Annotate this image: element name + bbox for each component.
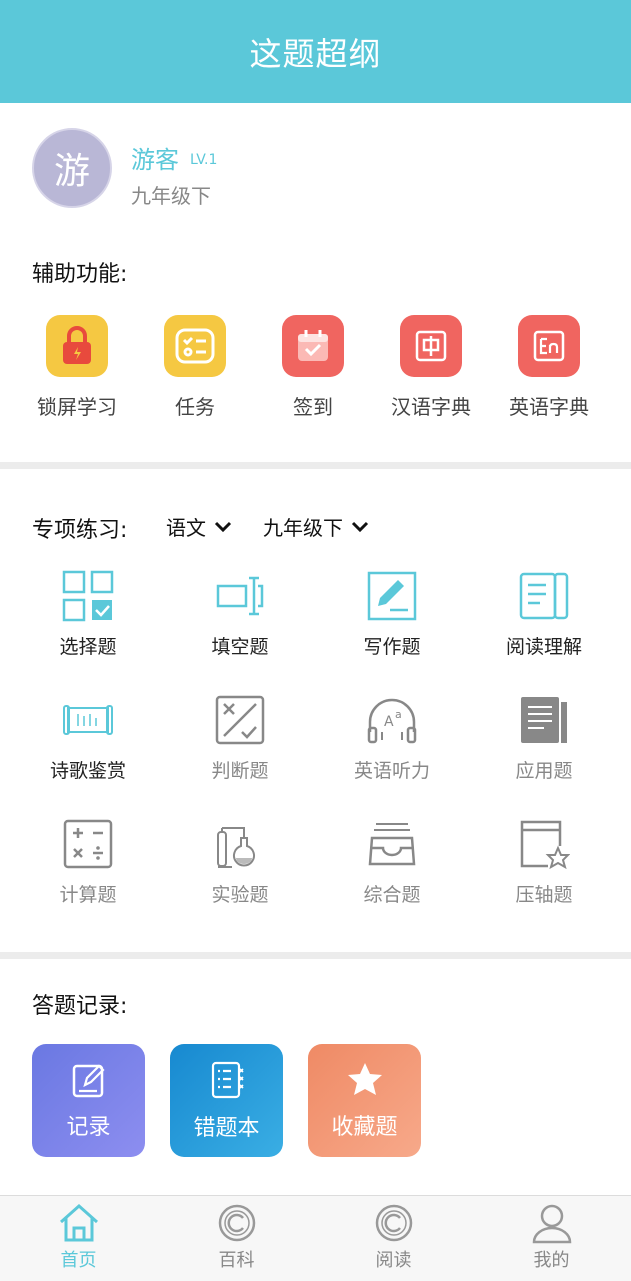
practice-item-label: 英语听力: [353, 760, 430, 782]
judge-icon: [215, 695, 265, 745]
practice-item-final[interactable]: 压轴题: [468, 818, 620, 907]
practice-item-judge[interactable]: 判断题: [164, 694, 316, 783]
practice-item-fill-blank[interactable]: 填空题: [164, 570, 316, 659]
records-section-title: 答题记录:: [32, 994, 128, 1019]
practice-item-experiment[interactable]: 实验题: [164, 818, 316, 907]
fill-blank-icon: [216, 576, 264, 616]
practice-item-listening[interactable]: A a 英语听力: [316, 694, 468, 783]
section-divider: [0, 952, 631, 959]
headphones-icon: A a: [367, 698, 417, 744]
star-card-icon: [520, 820, 570, 870]
writing-icon: [367, 571, 417, 621]
application-icon: [521, 697, 567, 743]
practice-item-label: 填空题: [211, 636, 269, 658]
practice-section-title: 专项练习:: [32, 518, 128, 543]
tab-profile[interactable]: 我的: [473, 1202, 630, 1272]
grade-label: 九年级下: [131, 184, 211, 208]
aux-lock-screen[interactable]: 锁屏学习: [18, 315, 136, 420]
tab-label: 我的: [533, 1250, 570, 1271]
chinese-dictionary-icon: [400, 315, 462, 377]
practice-item-label: 压轴题: [515, 884, 573, 906]
calculator-icon: [63, 819, 113, 869]
star-icon: [347, 1062, 382, 1095]
grade-dropdown[interactable]: 九年级下: [263, 512, 369, 541]
grade-value: 九年级下: [263, 516, 343, 540]
favorites-button-label: 收藏题: [331, 1114, 398, 1140]
aux-section-title: 辅助功能:: [32, 262, 128, 287]
practice-item-comprehensive[interactable]: 综合题: [316, 818, 468, 907]
svg-text:A: A: [384, 714, 394, 730]
practice-item-calculation[interactable]: 计算题: [12, 818, 164, 907]
aux-task[interactable]: 任务: [136, 315, 254, 420]
edit-icon: [72, 1063, 105, 1097]
task-icon: [164, 315, 226, 377]
practice-item-label: 阅读理解: [505, 636, 582, 658]
page-title: 这题超纲: [249, 34, 382, 73]
aux-chinese-dictionary[interactable]: 汉语字典: [372, 315, 490, 420]
lock-icon: [46, 315, 108, 377]
subject-value: 语文: [166, 516, 206, 540]
user-icon: [532, 1204, 571, 1244]
wrong-answers-button[interactable]: 错题本: [170, 1044, 283, 1157]
subject-dropdown[interactable]: 语文: [166, 512, 232, 541]
copyright-icon: [375, 1204, 412, 1242]
english-dictionary-icon: [518, 315, 580, 377]
practice-item-label: 综合题: [363, 884, 421, 906]
record-button-label: 记录: [66, 1114, 111, 1140]
aux-function-row: 锁屏学习 任务 签到 汉语字典 英语字典: [18, 315, 618, 425]
practice-item-label: 判断题: [211, 760, 269, 782]
poetry-scroll-icon: [63, 705, 113, 735]
aux-item-label: 英语字典: [509, 395, 589, 419]
practice-item-writing[interactable]: 写作题: [316, 570, 468, 659]
flask-icon: [217, 827, 255, 868]
level-badge: LV.1: [190, 152, 218, 168]
practice-item-reading[interactable]: 阅读理解: [468, 570, 620, 659]
choice-icon: [62, 570, 114, 622]
aux-checkin[interactable]: 签到: [254, 315, 372, 420]
tab-home[interactable]: 首页: [0, 1202, 157, 1272]
chevron-down-icon: [351, 521, 369, 532]
calendar-icon: [282, 315, 344, 377]
tab-label: 百科: [218, 1250, 255, 1271]
bottom-tab-bar: 首页 百科 阅读 我的: [0, 1195, 631, 1281]
username[interactable]: 游客: [131, 140, 179, 175]
record-button[interactable]: 记录: [32, 1044, 145, 1157]
app-header: 这题超纲: [0, 0, 631, 103]
practice-item-choice[interactable]: 选择题: [12, 570, 164, 659]
svg-text:a: a: [395, 708, 402, 721]
aux-item-label: 签到: [293, 395, 333, 419]
practice-item-label: 实验题: [211, 884, 269, 906]
list-icon: [211, 1061, 244, 1098]
practice-item-label: 诗歌鉴赏: [49, 760, 126, 782]
practice-grid: 选择题 填空题 写作题 阅读理解 诗歌鉴赏 判断题 A a 英语听力 应用题 计…: [12, 570, 620, 930]
aux-item-label: 锁屏学习: [37, 395, 117, 419]
home-icon: [59, 1203, 98, 1242]
practice-item-poetry[interactable]: 诗歌鉴赏: [12, 694, 164, 783]
tab-encyclopedia[interactable]: 百科: [158, 1202, 315, 1272]
favorites-button[interactable]: 收藏题: [308, 1044, 421, 1157]
inbox-icon: [368, 823, 416, 866]
aux-item-label: 任务: [175, 395, 215, 419]
practice-item-label: 应用题: [515, 760, 573, 782]
tab-label: 首页: [60, 1250, 97, 1271]
practice-item-application[interactable]: 应用题: [468, 694, 620, 783]
copyright-icon: [218, 1204, 255, 1242]
tab-reading[interactable]: 阅读: [315, 1202, 472, 1272]
practice-item-label: 计算题: [59, 884, 117, 906]
aux-item-label: 汉语字典: [391, 395, 471, 419]
aux-english-dictionary[interactable]: 英语字典: [490, 315, 608, 420]
avatar[interactable]: 游: [32, 128, 112, 208]
practice-item-label: 选择题: [59, 636, 117, 658]
tab-label: 阅读: [375, 1250, 412, 1271]
practice-item-label: 写作题: [363, 636, 421, 658]
section-divider: [0, 462, 631, 469]
reading-icon: [519, 572, 569, 620]
chevron-down-icon: [214, 521, 232, 532]
wrong-answers-button-label: 错题本: [193, 1115, 260, 1141]
